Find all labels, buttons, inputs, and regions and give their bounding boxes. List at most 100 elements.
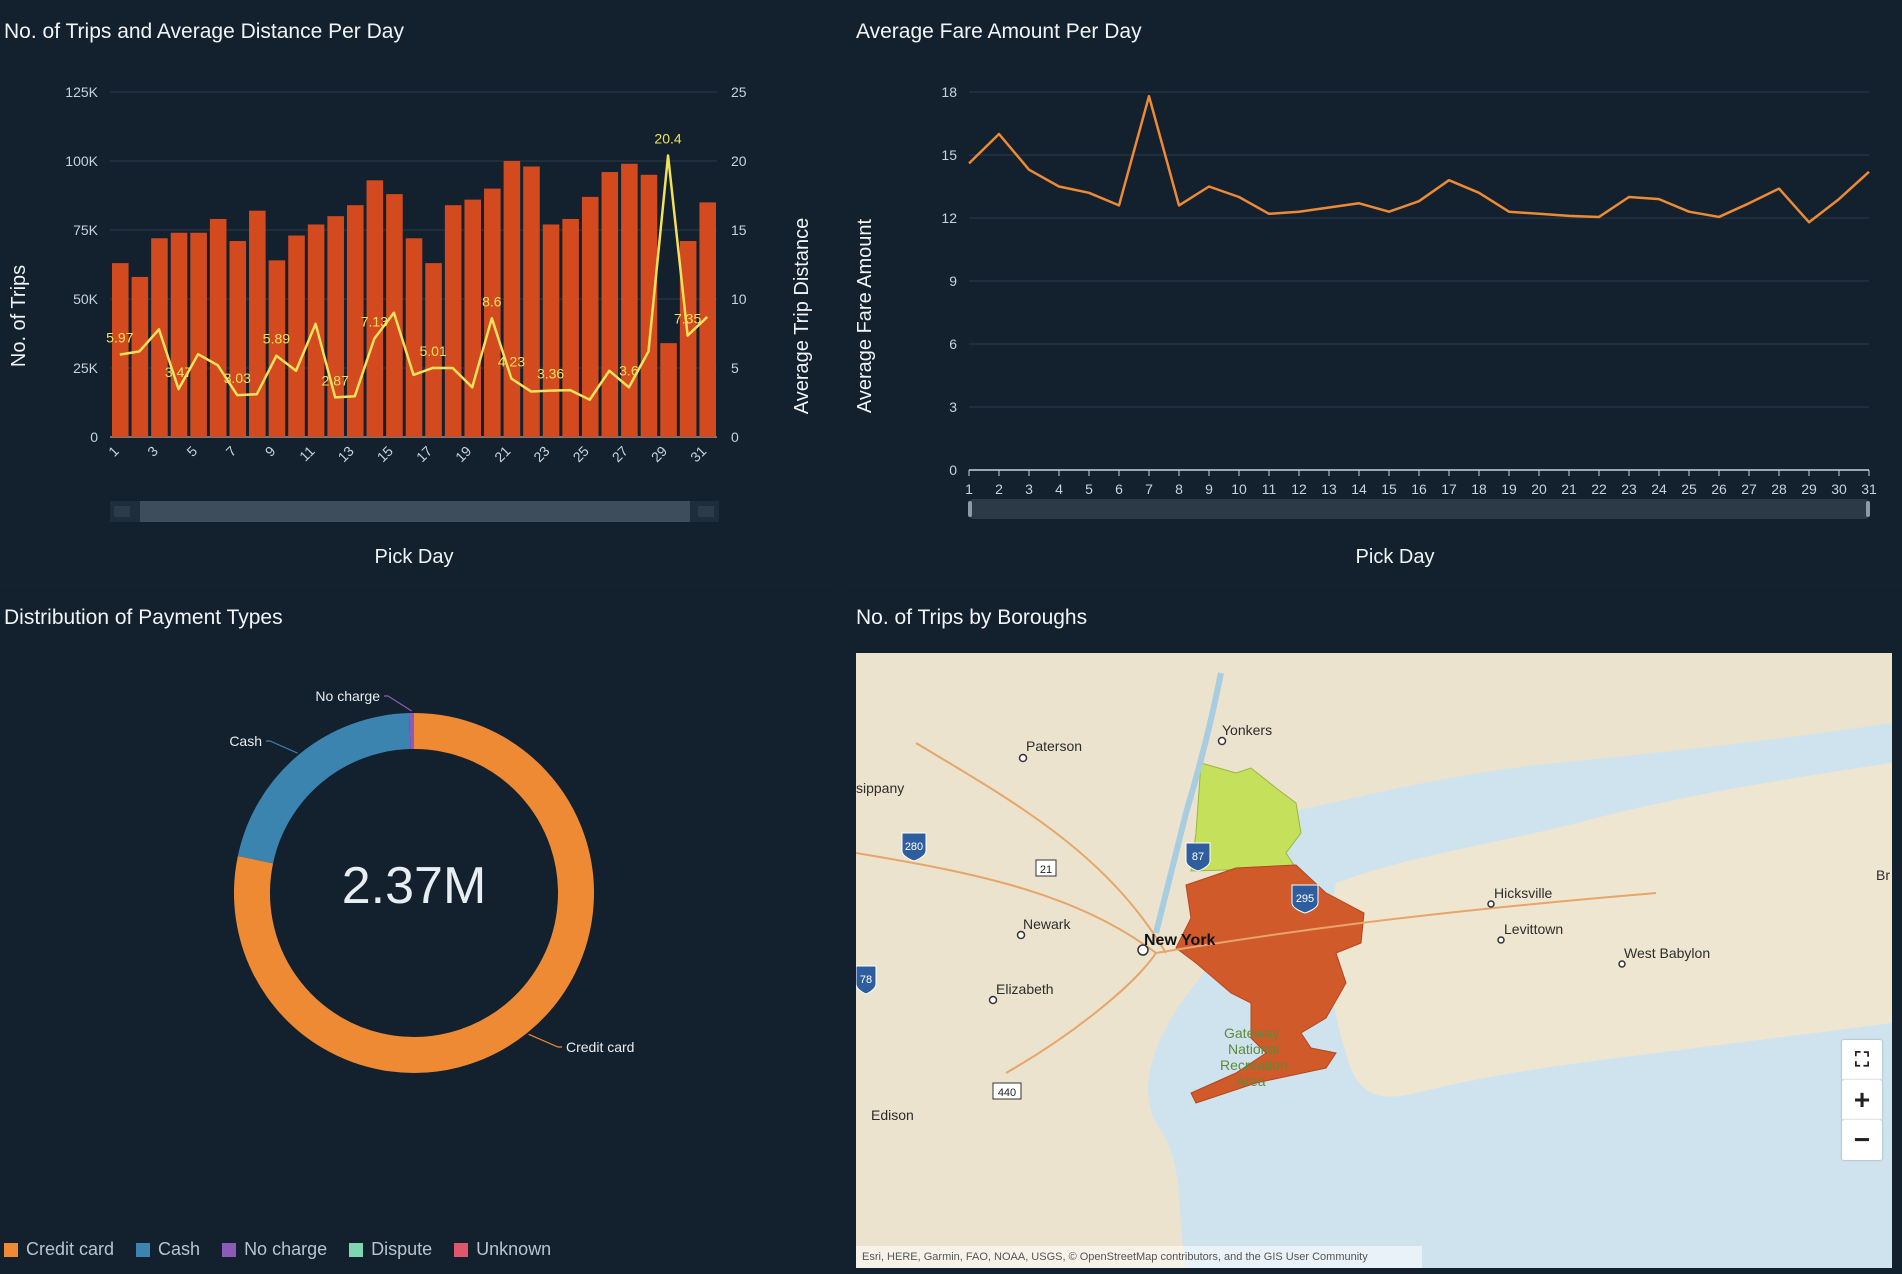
map-attribution: Esri, HERE, Garmin, FAO, NOAA, USGS, © O… <box>856 1246 1422 1268</box>
x-tick-label: 15 <box>374 443 396 465</box>
trips-bar[interactable] <box>444 205 462 437</box>
range-handle-right-icon[interactable] <box>1866 501 1870 517</box>
legend-item[interactable]: Dispute <box>349 1239 432 1260</box>
trips-chart[interactable]: 025K50K75K100K125K05101520255.973.47 3.03… <box>0 0 839 584</box>
x-tick-label: 4 <box>1055 481 1063 497</box>
y-tick-label: 12 <box>941 210 957 226</box>
x-tick-label: 3 <box>144 443 161 460</box>
legend-item[interactable]: Unknown <box>454 1239 551 1260</box>
range-handle-right-icon[interactable] <box>698 506 714 517</box>
trips-bar[interactable] <box>679 241 697 437</box>
legend-label: No charge <box>244 1239 328 1259</box>
x-tick-label: 16 <box>1411 481 1427 497</box>
x-tick-label: 12 <box>1291 481 1307 497</box>
hicksville-marker <box>1487 900 1495 908</box>
fullscreen-icon: ⛶ <box>1855 1048 1869 1071</box>
fare-chart[interactable]: 03691215181 2 3 4 5 6 7 8 9 10 11 12 13 14 15 16 17 18 19 2… <box>841 0 1902 584</box>
trips-bar[interactable] <box>151 238 168 437</box>
trips-bar[interactable] <box>660 343 677 437</box>
trips-bar[interactable] <box>112 263 129 437</box>
x-tick-label: 7 <box>223 443 240 460</box>
x-tick-label: 23 <box>530 443 552 465</box>
distance-data-label: 5.97 <box>106 330 133 346</box>
elizabeth-marker <box>988 995 998 1005</box>
trips-bar[interactable] <box>249 210 266 437</box>
trips-bar[interactable] <box>699 202 716 437</box>
x-tick-label: 25 <box>570 443 592 465</box>
trips-bar[interactable] <box>640 174 658 438</box>
x-tick-label: 22 <box>1591 481 1607 497</box>
place-elizabeth: Elizabeth <box>996 981 1054 997</box>
paterson-marker <box>1018 753 1028 763</box>
x-tick-label: 10 <box>1231 481 1247 497</box>
legend-swatch <box>349 1242 364 1257</box>
place-gateway-1: Gateway <box>1224 1025 1279 1041</box>
legend-item[interactable]: No charge <box>222 1239 327 1260</box>
legend-label: Cash <box>158 1239 201 1259</box>
zoom-in-button[interactable]: + <box>1842 1080 1882 1120</box>
place-sippany: sippany <box>856 780 904 796</box>
trips-bar[interactable] <box>503 161 521 437</box>
trips-bar[interactable] <box>327 216 344 437</box>
x-tick-label: 27 <box>609 443 631 465</box>
cash-slice[interactable] <box>237 713 411 864</box>
boroughs-panel-title: No. of Trips by Boroughs <box>856 606 1088 629</box>
legend-label: Unknown <box>476 1239 552 1259</box>
trips-bar[interactable] <box>307 224 325 437</box>
range-scrollbar-thumb[interactable] <box>140 501 690 522</box>
route-21-label: 21 <box>1040 864 1052 876</box>
y2-tick-label: 20 <box>731 153 747 169</box>
zoom-out-button[interactable]: − <box>1842 1120 1882 1160</box>
trips-bar[interactable] <box>523 166 540 437</box>
range-handle-left-icon[interactable] <box>114 506 130 517</box>
range-handle-left-icon[interactable] <box>968 501 972 517</box>
trips-bar[interactable] <box>581 196 599 437</box>
x-tick-label: 27 <box>1741 481 1757 497</box>
fare-panel: Average Fare Amount Per Day 0 3 6 9 12 15 18 1 2… <box>841 0 1902 584</box>
range-scrollbar-track[interactable] <box>969 499 1869 519</box>
trips-bar[interactable] <box>621 163 638 437</box>
place-yonkers: Yonkers <box>1222 722 1272 738</box>
trips-bar[interactable] <box>190 232 207 437</box>
trips-bar[interactable] <box>542 224 560 437</box>
legend-item[interactable]: Credit card <box>4 1239 114 1260</box>
x-tick-label: 9 <box>262 443 279 460</box>
trips-bar[interactable] <box>464 199 482 437</box>
trips-bar[interactable] <box>209 218 227 437</box>
trips-bar[interactable] <box>268 260 286 437</box>
trips-bar[interactable] <box>366 180 384 437</box>
trips-bar[interactable] <box>405 238 423 437</box>
x-tick-label: 21 <box>491 443 513 465</box>
trips-bar[interactable] <box>170 232 188 437</box>
trips-bar[interactable] <box>131 276 149 437</box>
x-tick-label: 13 <box>1321 481 1337 497</box>
place-edison: Edison <box>871 1107 914 1123</box>
avg-fare-line[interactable] <box>968 94 1870 224</box>
y2-tick-label: 25 <box>731 84 747 100</box>
trips-bar[interactable] <box>484 188 501 437</box>
shield-295-label: 295 <box>1296 893 1314 905</box>
borough-map[interactable]: Yonkers Paterson sippany Newark New York… <box>856 653 1892 1268</box>
x-tick-label: 20 <box>1531 481 1547 497</box>
place-gateway-4: Area <box>1236 1073 1266 1089</box>
map-canvas[interactable]: Yonkers Paterson sippany Newark New York… <box>856 653 1892 1268</box>
place-gateway-3: Recreation <box>1220 1057 1288 1073</box>
fullscreen-button[interactable]: ⛶ <box>1842 1040 1882 1080</box>
trips-bar[interactable] <box>562 218 579 437</box>
x-axis-title: Pick Day <box>1356 546 1435 568</box>
place-hicksville: Hicksville <box>1494 885 1553 901</box>
leader-line <box>266 740 298 754</box>
donut-center-total: 2.37M <box>341 857 487 915</box>
x-tick-label: 1 <box>965 481 973 497</box>
legend-item[interactable]: Cash <box>136 1239 200 1260</box>
trips-bar[interactable] <box>601 172 619 438</box>
trips-bar[interactable] <box>288 235 305 437</box>
shield-87-label: 87 <box>1192 851 1204 863</box>
y-tick-label: 125K <box>65 84 98 100</box>
x-tick-label: 15 <box>1381 481 1397 497</box>
legend-swatch <box>4 1242 18 1257</box>
distance-data-label: 3.36 <box>537 366 564 382</box>
trips-bar[interactable] <box>229 241 247 437</box>
x-tick-label: 8 <box>1175 481 1183 497</box>
x-tick-label: 9 <box>1205 481 1213 497</box>
